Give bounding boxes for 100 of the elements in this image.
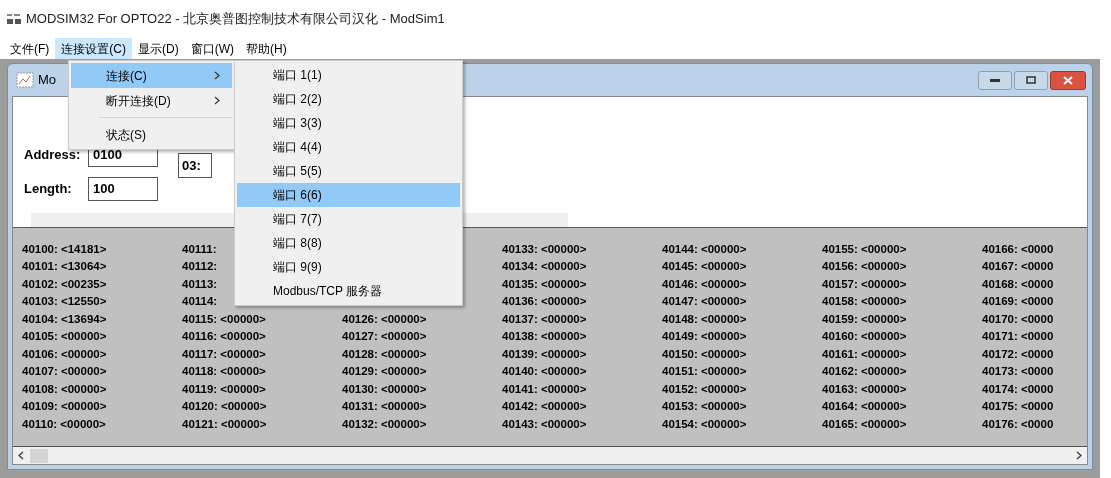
- maximize-button[interactable]: [1014, 70, 1048, 90]
- register-value: 40118: <00000>: [182, 366, 266, 378]
- register-value: 40172: <0000: [982, 348, 1054, 360]
- register-value: 40155: <00000>: [822, 243, 907, 255]
- menu-entry[interactable]: 端口 7(7): [237, 207, 460, 231]
- register-value: 40150: <00000>: [662, 348, 747, 360]
- menu-entry[interactable]: 连接(C): [71, 63, 232, 88]
- register-value: 40148: <00000>: [662, 313, 747, 325]
- register-value: 40117: <00000>: [182, 348, 266, 360]
- menu-entry[interactable]: 端口 9(9): [237, 255, 460, 279]
- register-value: 40119: <00000>: [182, 383, 266, 395]
- menu-item[interactable]: 显示(D): [132, 38, 185, 59]
- register-value: 40133: <00000>: [502, 243, 587, 255]
- menu-item[interactable]: 窗口(W): [184, 38, 240, 59]
- register-value: 40161: <00000>: [822, 348, 907, 360]
- register-value: 40103: <12550>: [22, 296, 107, 308]
- register-value: 40166: <0000: [982, 243, 1054, 255]
- register-value: 40135: <00000>: [502, 278, 587, 290]
- register-value: 40141: <00000>: [502, 383, 587, 395]
- register-value: 40162: <00000>: [822, 366, 907, 378]
- menu-entry[interactable]: 断开连接(D): [71, 88, 232, 113]
- register-value: 40175: <0000: [982, 401, 1054, 413]
- register-value: 40115: <00000>: [182, 313, 266, 325]
- document-icon: [16, 72, 34, 88]
- register-value: 40127: <00000>: [342, 331, 427, 343]
- menu-entry[interactable]: 端口 1(1): [237, 63, 460, 87]
- register-value: 40160: <00000>: [822, 331, 907, 343]
- restore-icon: [1026, 76, 1036, 84]
- scroll-thumb[interactable]: [30, 448, 48, 463]
- register-value: 40158: <00000>: [822, 296, 907, 308]
- register-value: 40167: <0000: [982, 261, 1054, 273]
- register-value: 40164: <00000>: [822, 401, 907, 413]
- menu-entry[interactable]: 端口 4(4): [237, 135, 460, 159]
- register-value: 40165: <00000>: [822, 418, 907, 430]
- register-value: 40142: <00000>: [502, 401, 587, 413]
- register-value: 40114:: [182, 296, 218, 308]
- register-value: 40126: <00000>: [342, 313, 427, 325]
- scroll-left-icon: [18, 451, 24, 460]
- child-window-title: Mo: [38, 71, 57, 90]
- register-value: 40170: <0000: [982, 313, 1054, 325]
- menu-entry[interactable]: 端口 3(3): [237, 111, 460, 135]
- scroll-right-icon: [1076, 451, 1082, 460]
- register-value: 40139: <00000>: [502, 348, 587, 360]
- register-value: 40107: <00000>: [22, 366, 107, 378]
- horizontal-scrollbar[interactable]: [13, 447, 1087, 464]
- menu-entry[interactable]: 端口 5(5): [237, 159, 460, 183]
- register-value: 40174: <0000: [982, 383, 1054, 395]
- register-value: 40134: <00000>: [502, 261, 587, 273]
- register-value: 40154: <00000>: [662, 418, 747, 430]
- address-label: Address:: [24, 146, 82, 165]
- register-value: 40153: <00000>: [662, 401, 747, 413]
- register-value: 40157: <00000>: [822, 278, 907, 290]
- app-icon: [6, 13, 22, 25]
- minimize-button[interactable]: [978, 70, 1012, 90]
- menu-entry[interactable]: 端口 8(8): [237, 231, 460, 255]
- length-field[interactable]: 100: [88, 177, 158, 201]
- register-value: 40156: <00000>: [822, 261, 907, 273]
- register-value: 40108: <00000>: [22, 383, 107, 395]
- register-value: 40173: <0000: [982, 366, 1054, 378]
- register-value: 40152: <00000>: [662, 383, 747, 395]
- register-value: 40110: <00000>: [22, 418, 106, 430]
- register-value: 40137: <00000>: [502, 313, 587, 325]
- register-value: 40120: <00000>: [182, 401, 267, 413]
- register-value: 40131: <00000>: [342, 401, 427, 413]
- register-value: 40116: <00000>: [182, 331, 266, 343]
- menu-entry[interactable]: 端口 2(2): [237, 87, 460, 111]
- register-value: 40143: <00000>: [502, 418, 587, 430]
- length-label: Length:: [24, 180, 73, 199]
- register-value: 40102: <00235>: [22, 278, 107, 290]
- register-value: 40140: <00000>: [502, 366, 587, 378]
- menu-entry[interactable]: Modbus/TCP 服务器: [237, 279, 460, 303]
- register-value: 40151: <00000>: [662, 366, 747, 378]
- register-value: 40136: <00000>: [502, 296, 587, 308]
- register-value: 40109: <00000>: [22, 401, 107, 413]
- menu-item[interactable]: 文件(F): [4, 38, 56, 59]
- menu-item[interactable]: 帮助(H): [240, 38, 293, 59]
- menu-item[interactable]: 连接设置(C): [55, 38, 132, 59]
- register-value: 40132: <00000>: [342, 418, 427, 430]
- register-value: 40144: <00000>: [662, 243, 747, 255]
- register-value: 40168: <0000: [982, 278, 1054, 290]
- register-value: 40112:: [182, 261, 218, 273]
- function-field[interactable]: 03:: [178, 153, 212, 178]
- register-value: 40121: <00000>: [182, 418, 267, 430]
- register-value: 40149: <00000>: [662, 331, 747, 343]
- register-value: 40169: <0000: [982, 296, 1054, 308]
- minimize-icon: [990, 78, 1000, 82]
- close-icon: [1063, 75, 1073, 85]
- register-value: 40128: <00000>: [342, 348, 427, 360]
- register-value: 40159: <00000>: [822, 313, 907, 325]
- register-value: 40105: <00000>: [22, 331, 107, 343]
- register-value: 40129: <00000>: [342, 366, 427, 378]
- register-value: 40130: <00000>: [342, 383, 427, 395]
- register-value: 40176: <0000: [982, 418, 1054, 430]
- register-value: 40113:: [182, 278, 218, 290]
- register-value: 40146: <00000>: [662, 278, 747, 290]
- register-value: 40138: <00000>: [502, 331, 587, 343]
- window-title: MODSIM32 For OPTO22 - 北京奥普图控制技术有限公司汉化 - ModSim1: [26, 10, 445, 29]
- close-button[interactable]: [1050, 70, 1086, 90]
- menu-entry[interactable]: 端口 6(6): [237, 183, 460, 207]
- register-value: 40104: <13694>: [22, 313, 107, 325]
